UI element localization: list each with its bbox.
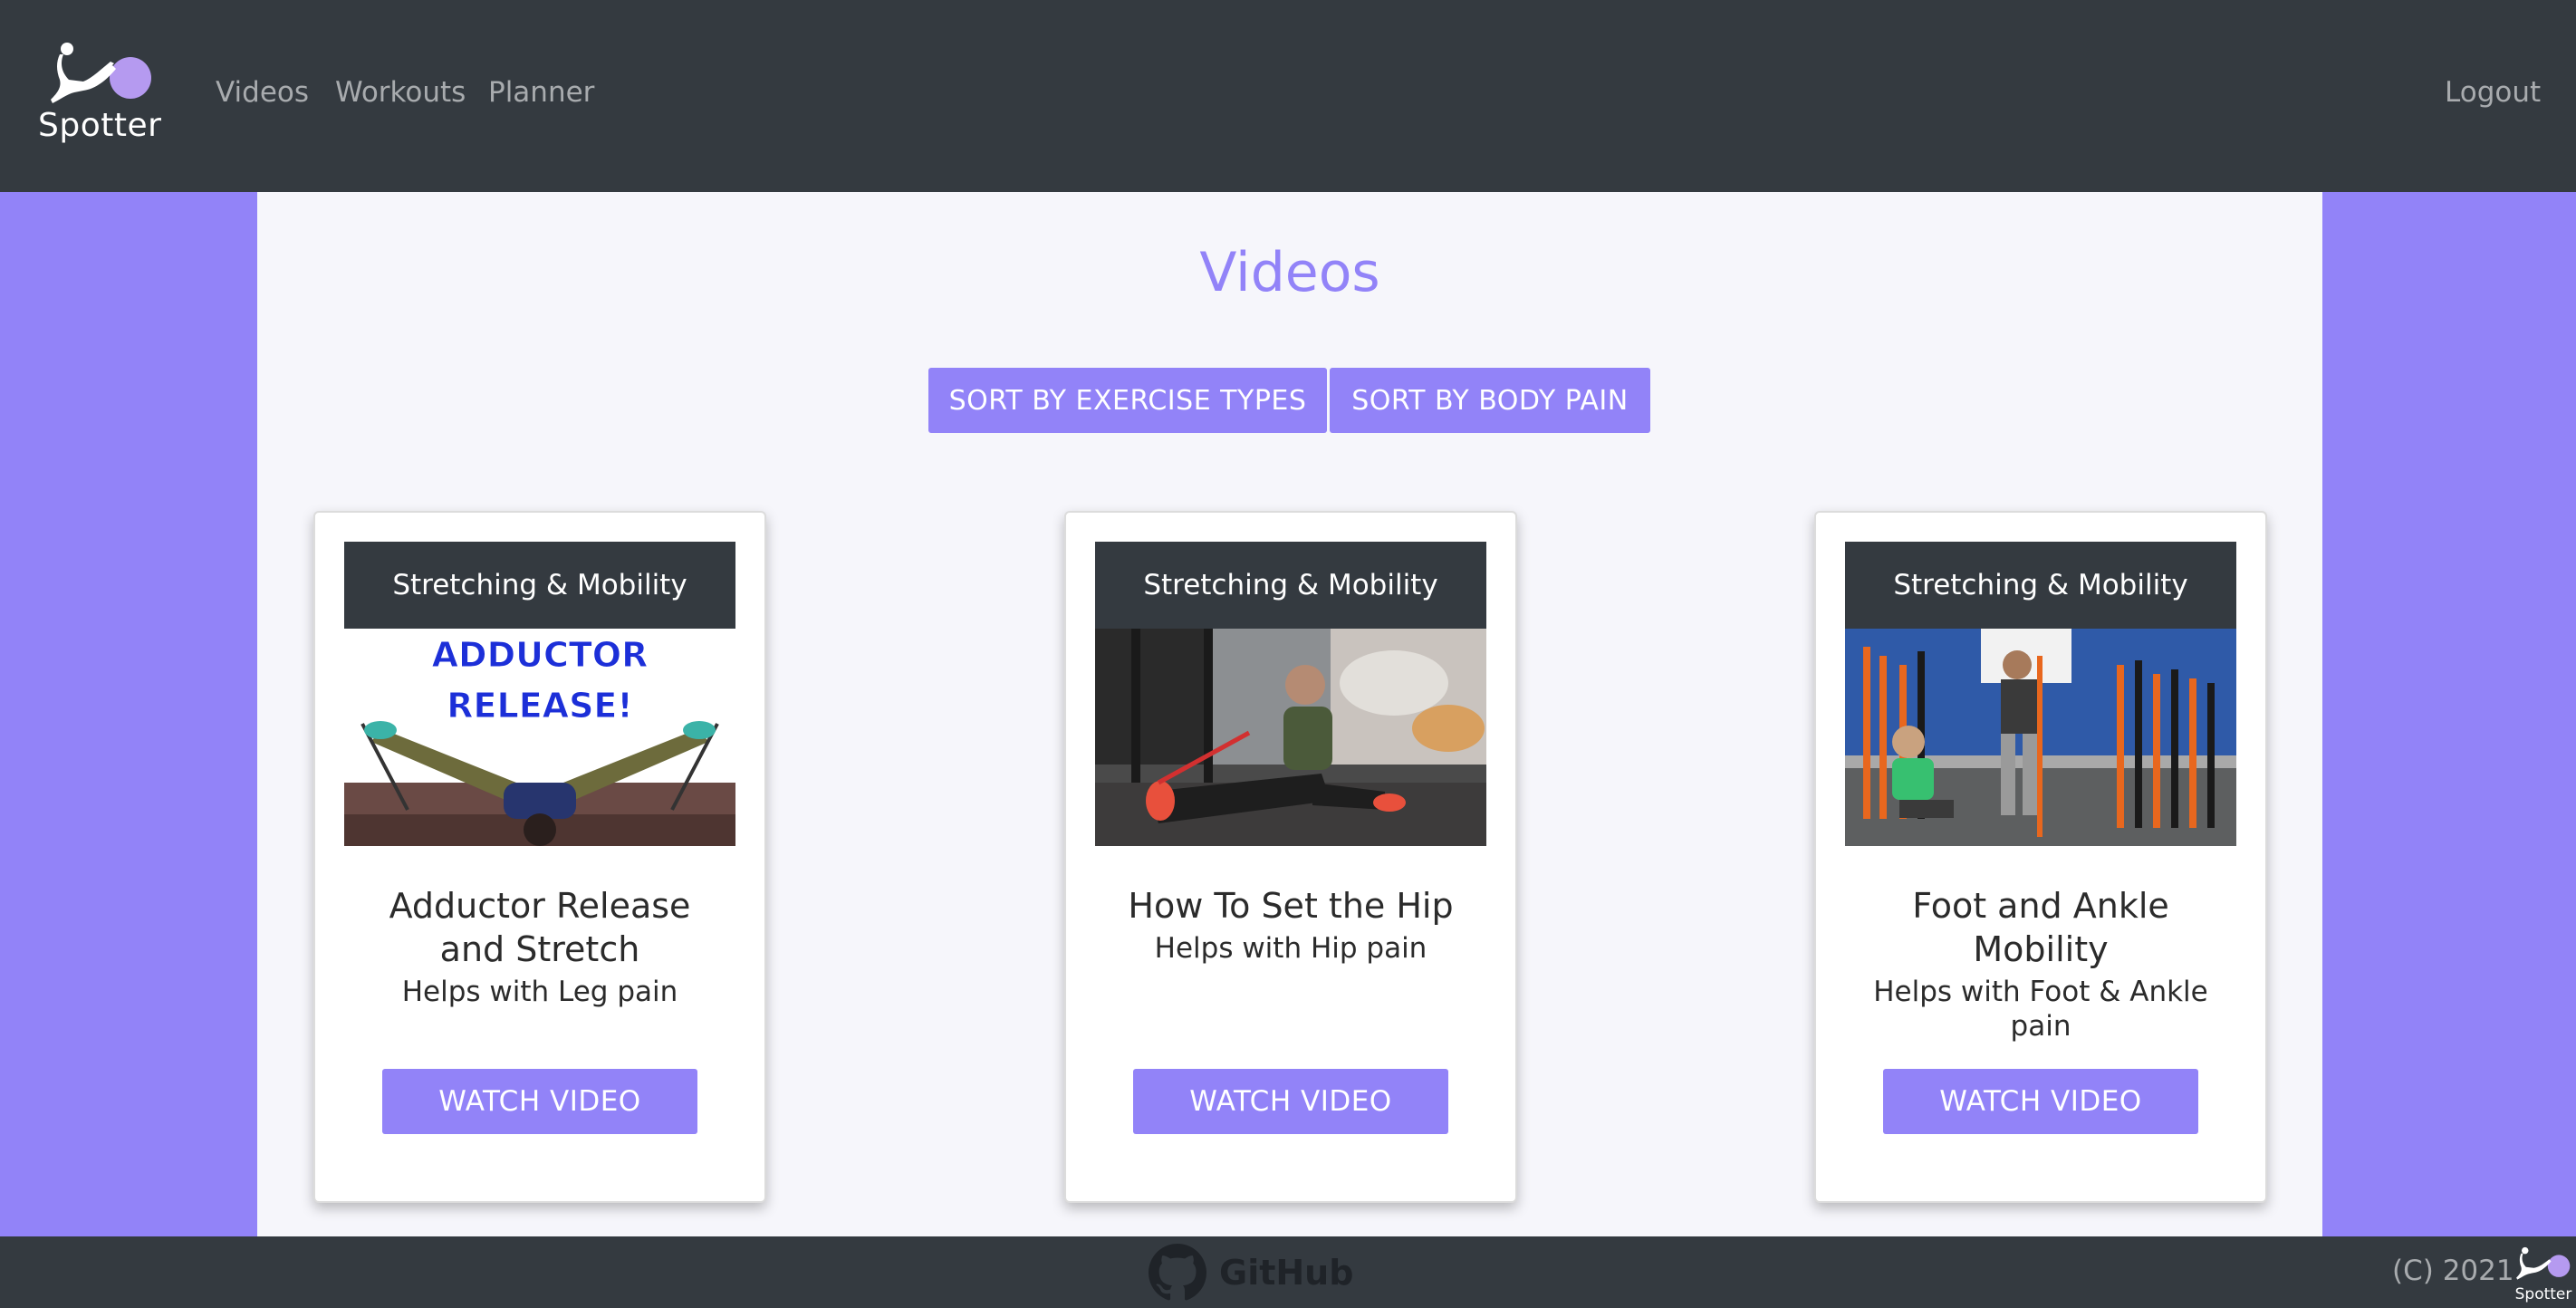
svg-text:ADDUCTOR: ADDUCTOR <box>432 635 649 675</box>
github-icon <box>1149 1244 1206 1301</box>
sort-by-exercise-types-button[interactable]: SORT BY EXERCISE TYPES <box>928 368 1327 433</box>
footer-logo-text: Spotter <box>2514 1285 2572 1303</box>
sort-by-body-pain-button[interactable]: SORT BY BODY PAIN <box>1330 368 1650 433</box>
video-thumbnail[interactable] <box>1845 629 2236 846</box>
logout-link[interactable]: Logout <box>2445 76 2541 109</box>
watch-video-button[interactable]: WATCH VIDEO <box>382 1069 697 1134</box>
card-category: Stretching & Mobility <box>1845 542 2236 629</box>
top-navbar: Spotter Videos Workouts Planner Logout <box>0 0 2576 192</box>
brand-name: Spotter <box>38 107 162 144</box>
video-thumbnail[interactable]: ADDUCTOR RELEASE! <box>344 629 735 846</box>
main-panel: Videos SORT BY EXERCISE TYPES SORT BY BO… <box>257 192 2322 1236</box>
video-pain-area: Helps with Hip pain <box>1154 932 1427 965</box>
video-card: Stretching & Mobility <box>1064 511 1517 1203</box>
brand-logo[interactable]: Spotter <box>36 42 163 150</box>
spotter-logo-icon <box>51 43 151 103</box>
github-label: GitHub <box>1219 1253 1354 1293</box>
video-title: Foot and Ankle Mobility <box>1912 886 2169 969</box>
svg-text:RELEASE!: RELEASE! <box>447 686 632 726</box>
video-title: Adductor Release and Stretch <box>389 886 691 969</box>
nav-videos[interactable]: Videos <box>216 76 309 109</box>
nav-workouts[interactable]: Workouts <box>335 76 466 109</box>
watch-video-button[interactable]: WATCH VIDEO <box>1133 1069 1448 1134</box>
nav-planner[interactable]: Planner <box>488 76 594 109</box>
footer-logo: Spotter <box>2514 1242 2572 1303</box>
card-category: Stretching & Mobility <box>344 542 735 629</box>
copyright-text: (C) 2021 <box>2392 1255 2514 1287</box>
video-title: How To Set the Hip <box>1128 886 1454 926</box>
video-thumbnail[interactable] <box>1095 629 1486 846</box>
spotter-logo-icon <box>2516 1246 2571 1280</box>
page-title: Videos <box>1199 241 1380 304</box>
watch-video-button[interactable]: WATCH VIDEO <box>1883 1069 2198 1134</box>
github-link[interactable]: GitHub <box>1149 1244 1353 1302</box>
video-pain-area: Helps with Leg pain <box>401 976 678 1008</box>
footer: GitHub (C) 2021 Spotter <box>0 1236 2576 1308</box>
video-card: Stretching & Mobility <box>1814 511 2267 1203</box>
card-category: Stretching & Mobility <box>1095 542 1486 629</box>
video-pain-area: Helps with Foot & Ankle pain <box>1873 976 2208 1043</box>
video-card: Stretching & Mobility ADDUCTOR RELEASE! … <box>313 511 766 1203</box>
